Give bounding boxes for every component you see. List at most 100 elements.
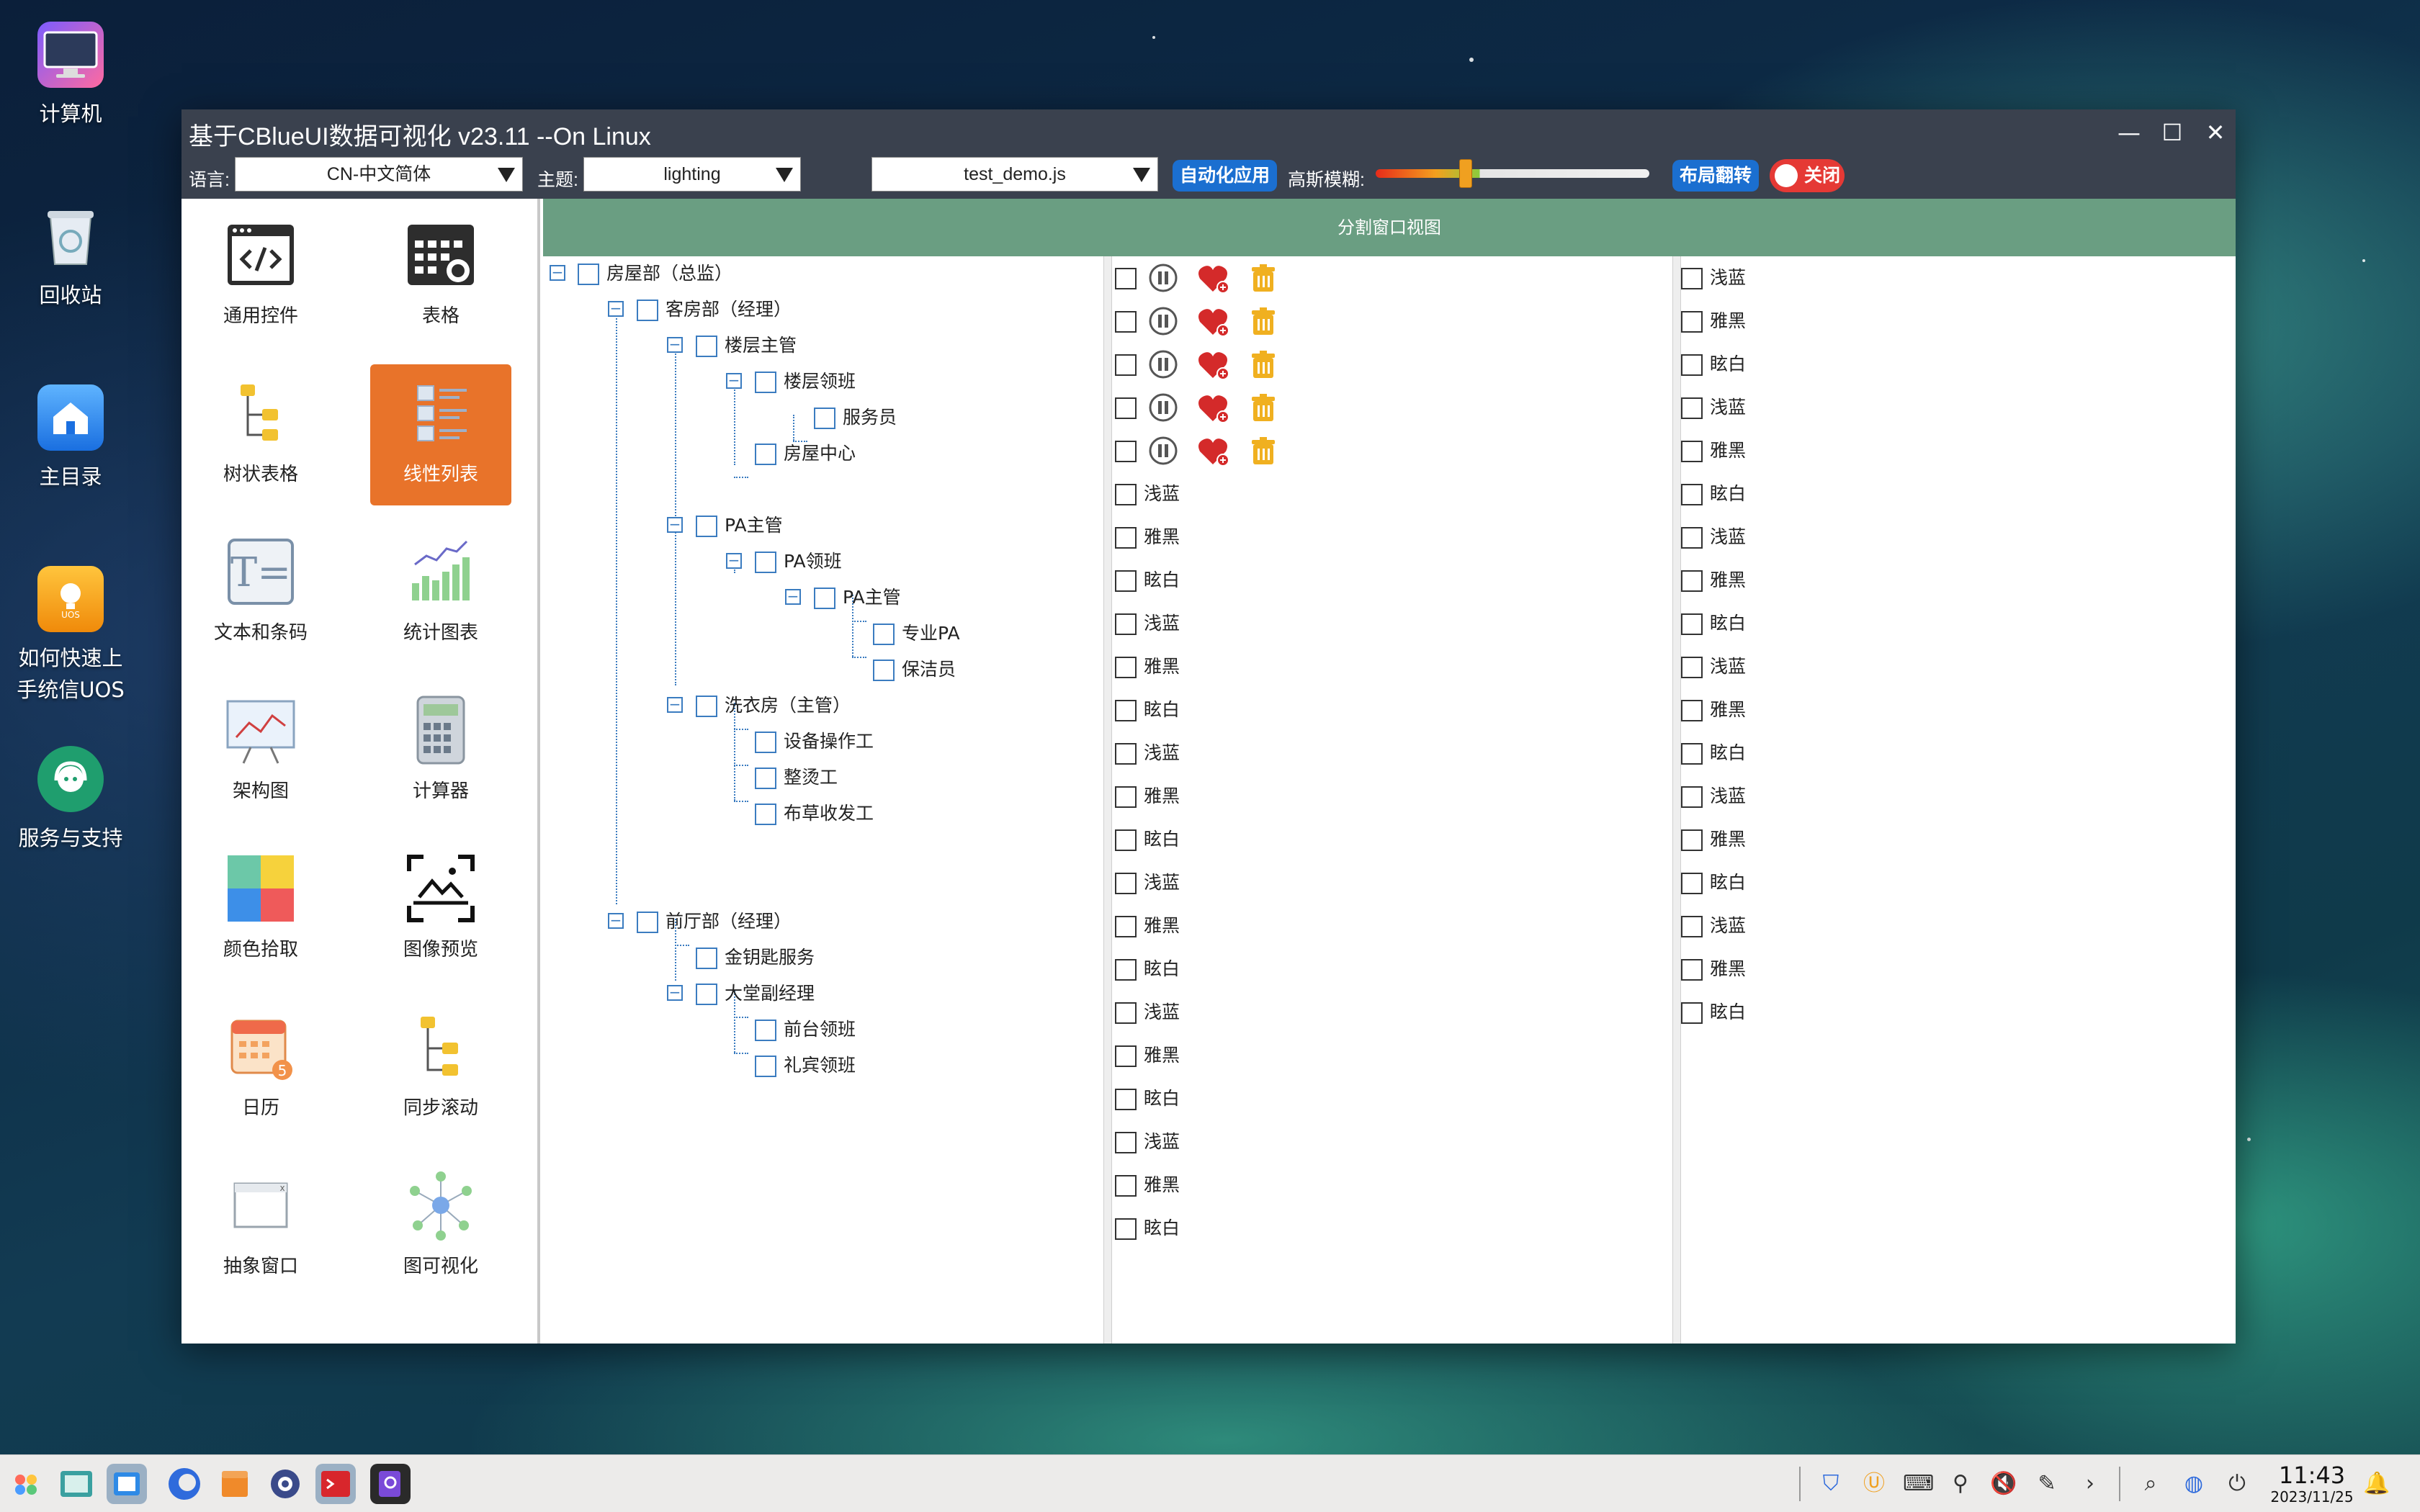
clock[interactable]: 11:43 2023/11/25	[2254, 1462, 2370, 1506]
tree-node[interactable]: 客房部（经理）	[637, 295, 792, 324]
tile-text-barcode[interactable]: T= 文本和条码	[190, 523, 331, 664]
list-item[interactable]: 浅蓝	[1681, 392, 1746, 423]
settings-icon[interactable]	[265, 1464, 305, 1504]
row-checkbox[interactable]	[1681, 484, 1703, 505]
row-checkbox[interactable]	[1681, 311, 1703, 333]
shield-icon[interactable]: ⛉	[1816, 1470, 1845, 1498]
right-list-pane[interactable]: 浅蓝 雅黑 眩白 浅蓝 雅黑 眩白 浅蓝 雅黑 眩白 浅蓝 雅黑 眩白 浅蓝 雅…	[1681, 256, 2236, 1344]
action-row[interactable]	[1115, 435, 1144, 467]
list-item[interactable]: 浅蓝	[1681, 910, 1746, 942]
trash-icon[interactable]	[1249, 263, 1279, 293]
list-item[interactable]: 眩白	[1681, 478, 1746, 510]
list-item[interactable]: 浅蓝	[1681, 262, 1746, 294]
row-checkbox[interactable]	[1681, 916, 1703, 937]
launcher-icon[interactable]	[6, 1464, 46, 1504]
tile-calculator[interactable]: 计算器	[370, 681, 511, 822]
list-item[interactable]: 眩白	[1115, 953, 1180, 985]
tree-node[interactable]: 前厅部（经理）	[637, 907, 792, 936]
tile-statistics-chart[interactable]: 统计图表	[370, 523, 511, 664]
list-item[interactable]: 浅蓝	[1115, 478, 1180, 510]
row-checkbox[interactable]	[1115, 1089, 1137, 1110]
row-checkbox[interactable]	[1115, 959, 1137, 981]
row-checkbox[interactable]	[1681, 397, 1703, 419]
slider-handle[interactable]	[1459, 159, 1473, 188]
desktop-icon-uos-guide[interactable]: UOS 如何快速上 手统信UOS	[0, 566, 141, 706]
search-app-icon[interactable]	[370, 1464, 411, 1504]
desktop-icon-computer[interactable]: 计算机	[0, 22, 141, 130]
list-item[interactable]: 雅黑	[1681, 305, 1746, 337]
list-item[interactable]: 眩白	[1115, 1083, 1180, 1115]
collapse-toggle[interactable]: −	[726, 553, 742, 569]
notification-bell-icon[interactable]: 🔔	[2362, 1470, 2391, 1498]
list-item[interactable]: 浅蓝	[1681, 780, 1746, 812]
row-checkbox[interactable]	[1115, 916, 1137, 937]
list-item[interactable]: 雅黑	[1115, 1169, 1180, 1201]
trash-icon[interactable]	[1249, 392, 1279, 423]
tree-checkbox[interactable]	[755, 804, 776, 825]
tree-checkbox[interactable]	[755, 1020, 776, 1041]
row-checkbox[interactable]	[1681, 959, 1703, 981]
row-checkbox[interactable]	[1115, 1045, 1137, 1067]
row-checkbox[interactable]	[1115, 268, 1137, 289]
heart-add-icon[interactable]	[1197, 392, 1229, 423]
action-row[interactable]	[1115, 262, 1144, 294]
tile-table[interactable]: 表格	[370, 206, 511, 347]
row-checkbox[interactable]	[1115, 1218, 1137, 1240]
desktop-icon-support[interactable]: 服务与支持	[0, 746, 141, 854]
tile-image-preview[interactable]: 图像预览	[370, 840, 511, 981]
row-checkbox[interactable]	[1681, 786, 1703, 808]
tree-node[interactable]: 整烫工	[755, 763, 838, 792]
u-icon[interactable]: Ⓤ	[1860, 1470, 1888, 1498]
tree-node[interactable]: 大堂副经理	[696, 979, 815, 1008]
collapse-toggle[interactable]: −	[608, 301, 624, 317]
tree-checkbox[interactable]	[755, 1056, 776, 1077]
row-checkbox[interactable]	[1115, 743, 1137, 765]
row-checkbox[interactable]	[1681, 527, 1703, 549]
tree-checkbox[interactable]	[755, 552, 776, 573]
tree-checkbox[interactable]	[696, 336, 717, 357]
tree-node[interactable]: 洗衣房（主管）	[696, 691, 851, 720]
row-checkbox[interactable]	[1681, 441, 1703, 462]
list-item[interactable]: 眩白	[1681, 608, 1746, 639]
row-checkbox[interactable]	[1115, 1175, 1137, 1197]
tree-checkbox[interactable]	[755, 444, 776, 465]
heart-add-icon[interactable]	[1197, 436, 1229, 467]
tree-pane[interactable]: − − − − − − − − − − 房屋部（总监） 客房部（经理） 楼层主管…	[543, 256, 1103, 1344]
tree-node[interactable]: PA主管	[696, 511, 783, 540]
row-checkbox[interactable]	[1115, 527, 1137, 549]
row-checkbox[interactable]	[1681, 700, 1703, 721]
tree-checkbox[interactable]	[637, 300, 658, 321]
row-checkbox[interactable]	[1115, 570, 1137, 592]
tree-node[interactable]: 服务员	[814, 403, 897, 432]
title-bar[interactable]: 基于CBlueUI数据可视化 v23.11 --On Linux — ☐ ✕	[182, 109, 2236, 154]
tree-node[interactable]: PA领班	[755, 547, 842, 576]
list-item[interactable]: 浅蓝	[1115, 867, 1180, 899]
action-row[interactable]	[1115, 392, 1144, 423]
close-button[interactable]: ✕	[2200, 117, 2231, 148]
desktop-icon-home[interactable]: 主目录	[0, 384, 141, 492]
usb-icon[interactable]: ⚲	[1946, 1470, 1975, 1498]
list-item[interactable]: 雅黑	[1115, 651, 1180, 683]
list-item[interactable]: 雅黑	[1681, 694, 1746, 726]
tree-checkbox[interactable]	[814, 408, 835, 429]
list-item[interactable]: 雅黑	[1681, 953, 1746, 985]
tree-node[interactable]: 保洁员	[873, 655, 956, 684]
network-icon[interactable]: ◍	[2179, 1470, 2208, 1498]
pen-icon[interactable]: ✎	[2033, 1470, 2061, 1498]
collapse-toggle[interactable]: −	[550, 265, 565, 281]
tile-calendar[interactable]: 5 日历	[190, 998, 331, 1139]
tree-checkbox[interactable]	[873, 624, 895, 645]
list-item[interactable]: 浅蓝	[1681, 521, 1746, 553]
row-checkbox[interactable]	[1115, 1002, 1137, 1024]
power-icon[interactable]: ⏻	[2223, 1470, 2251, 1498]
tree-node[interactable]: 房屋部（总监）	[578, 259, 732, 288]
list-item[interactable]: 眩白	[1115, 564, 1180, 596]
tree-checkbox[interactable]	[696, 948, 717, 969]
list-item[interactable]: 雅黑	[1115, 780, 1180, 812]
row-checkbox[interactable]	[1115, 441, 1137, 462]
language-select[interactable]: CN-中文简体	[235, 157, 523, 192]
tile-common-controls[interactable]: 通用控件	[190, 206, 331, 347]
list-item[interactable]: 眩白	[1681, 996, 1746, 1028]
pause-icon[interactable]	[1148, 436, 1178, 466]
tree-node[interactable]: 专业PA	[873, 619, 960, 648]
